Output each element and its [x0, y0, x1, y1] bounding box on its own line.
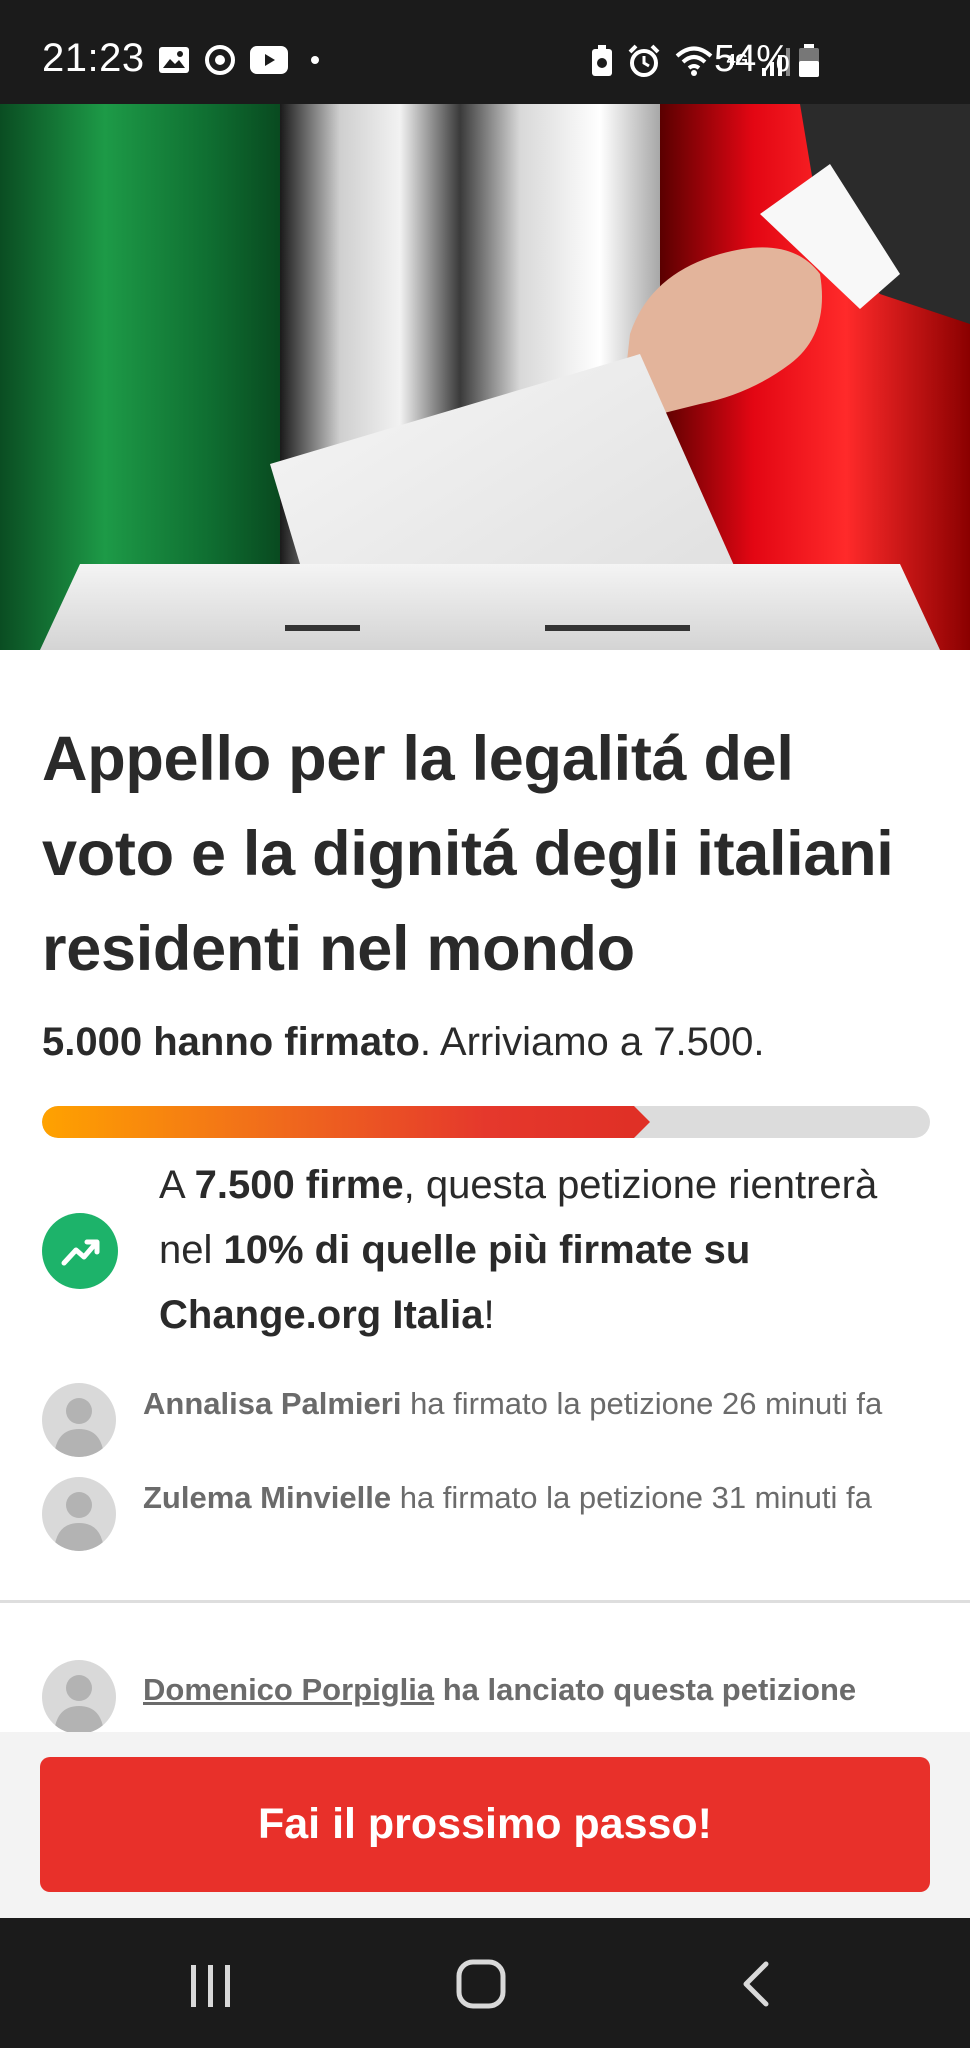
- creator-text: Domenico Porpiglia ha lanciato questa pe…: [143, 1672, 857, 1707]
- signature-count: 5.000 hanno firmato. Arriviamo a 7.500.: [42, 1020, 764, 1065]
- avatar: [42, 1383, 116, 1457]
- youtube-icon: [250, 46, 288, 74]
- dot-icon: [311, 56, 319, 64]
- milestone-highlight: 10% di quelle più firmate su Change.org …: [159, 1228, 751, 1337]
- battery-icon: [799, 44, 819, 77]
- petition-image: [0, 104, 970, 650]
- milestone-suffix: !: [483, 1293, 495, 1337]
- wifi-icon: [675, 46, 712, 76]
- signer-text: Zulema Minvielle ha firmato la petizione…: [143, 1480, 872, 1515]
- avatar: [42, 1660, 116, 1734]
- signed-count: 5.000 hanno firmato: [42, 1020, 420, 1064]
- signer-name: Zulema Minvielle: [143, 1480, 392, 1515]
- signer-name: Annalisa Palmieri: [143, 1386, 402, 1421]
- signature-progress-bar: [42, 1106, 930, 1138]
- gallery-icon: [159, 47, 189, 73]
- petition-title: Appello per la legalitá del voto e la di…: [42, 724, 894, 984]
- ballot-box-image: [0, 104, 970, 650]
- avatar: [42, 1477, 116, 1551]
- divider: [0, 1600, 970, 1603]
- status-time: 21:23: [42, 36, 145, 80]
- battery-percent: 54%: [713, 38, 790, 80]
- battery-saver-icon: [591, 45, 612, 76]
- signer-text: Annalisa Palmieri ha firmato la petizion…: [143, 1386, 883, 1421]
- progress-fill: [42, 1106, 634, 1138]
- back-icon[interactable]: [738, 1960, 774, 2008]
- progress-tip: [634, 1106, 650, 1138]
- navigation-bar: [0, 1918, 970, 2048]
- milestone-text: A 7.500 firme, questa petizione rientrer…: [159, 1153, 939, 1348]
- milestone-target: 7.500 firme: [194, 1163, 404, 1207]
- alarm-icon: [628, 44, 660, 77]
- milestone-prefix: A: [159, 1163, 195, 1207]
- home-icon[interactable]: [455, 1958, 507, 2010]
- status-icons-left: [158, 44, 320, 76]
- recent-apps-icon[interactable]: [188, 1963, 234, 2009]
- trending-up-icon: [42, 1213, 118, 1289]
- next-step-button[interactable]: Fai il prossimo passo!: [40, 1757, 930, 1892]
- status-bar: 21:23 4G 54%: [0, 0, 970, 104]
- creator-name-link[interactable]: Domenico Porpiglia: [143, 1672, 434, 1707]
- goal-text: . Arriviamo a 7.500.: [419, 1020, 765, 1064]
- sync-icon: [205, 45, 235, 75]
